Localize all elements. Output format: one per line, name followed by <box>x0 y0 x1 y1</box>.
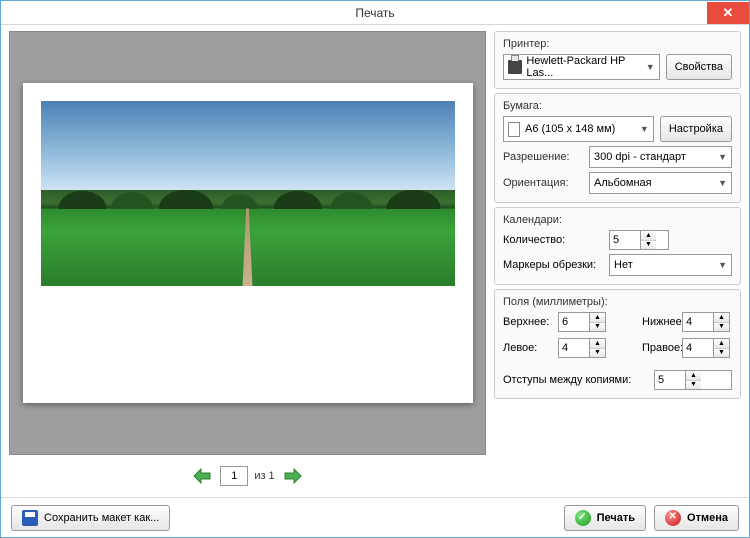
prev-page-button[interactable] <box>190 465 214 487</box>
margin-right-label: Правое: <box>632 342 682 354</box>
content-area: из 1 Принтер: Hewlett-Packard HP Las... … <box>1 25 749 497</box>
count-label: Количество: <box>503 234 603 246</box>
spinner-down[interactable]: ▼ <box>590 323 605 332</box>
close-button[interactable]: ✕ <box>707 2 749 24</box>
save-icon <box>22 510 38 526</box>
resolution-select[interactable]: 300 dpi - стандарт ▼ <box>589 146 732 168</box>
margin-bottom-input[interactable] <box>683 313 713 331</box>
footer: Сохранить макет как... Печать Отмена <box>1 497 749 537</box>
cancel-button[interactable]: Отмена <box>654 505 739 531</box>
margin-left-label: Левое: <box>503 342 558 354</box>
margin-bottom-label: Нижнее: <box>632 316 682 328</box>
printer-icon <box>508 60 522 74</box>
orientation-select[interactable]: Альбомная ▼ <box>589 172 732 194</box>
paper-group: Бумага: A6 (105 x 148 мм) ▼ Настройка Ра… <box>494 93 741 203</box>
calendars-label: Календари: <box>503 214 732 226</box>
count-spinner[interactable]: ▲▼ <box>609 230 669 250</box>
chevron-down-icon: ▼ <box>640 124 649 134</box>
chevron-down-icon: ▼ <box>718 152 727 162</box>
paper-label: Бумага: <box>503 100 732 112</box>
spinner-up[interactable]: ▲ <box>714 339 729 349</box>
arrow-left-icon <box>192 467 212 485</box>
printer-properties-button[interactable]: Свойства <box>666 54 732 80</box>
print-button[interactable]: Печать <box>564 505 646 531</box>
next-page-button[interactable] <box>281 465 305 487</box>
preview-image <box>41 101 455 286</box>
preview-frame <box>9 31 486 455</box>
check-icon <box>575 510 591 526</box>
spinner-up[interactable]: ▲ <box>714 313 729 323</box>
titlebar: Печать ✕ <box>1 1 749 25</box>
spinner-down[interactable]: ▼ <box>590 349 605 358</box>
spinner-down[interactable]: ▼ <box>714 323 729 332</box>
arrow-right-icon <box>283 467 303 485</box>
crop-label: Маркеры обрезки: <box>503 259 603 271</box>
save-layout-button[interactable]: Сохранить макет как... <box>11 505 170 531</box>
margin-top-input[interactable] <box>559 313 589 331</box>
resolution-value: 300 dpi - стандарт <box>594 151 686 163</box>
spinner-up[interactable]: ▲ <box>590 313 605 323</box>
printer-select[interactable]: Hewlett-Packard HP Las... ▼ <box>503 54 660 80</box>
margin-bottom-spinner[interactable]: ▲▼ <box>682 312 730 332</box>
spinner-up[interactable]: ▲ <box>686 371 701 381</box>
margin-left-input[interactable] <box>559 339 589 357</box>
paper-setup-button[interactable]: Настройка <box>660 116 732 142</box>
gap-input[interactable] <box>655 371 685 389</box>
chevron-down-icon: ▼ <box>646 62 655 72</box>
spinner-down[interactable]: ▼ <box>641 241 656 250</box>
crop-value: Нет <box>614 259 633 271</box>
settings-pane: Принтер: Hewlett-Packard HP Las... ▼ Сво… <box>494 31 741 493</box>
chevron-down-icon: ▼ <box>718 178 727 188</box>
page-icon <box>508 122 520 137</box>
page-number-input[interactable] <box>220 466 248 486</box>
resolution-label: Разрешение: <box>503 151 583 163</box>
count-input[interactable] <box>610 231 640 249</box>
paper-value: A6 (105 x 148 мм) <box>525 123 615 135</box>
printer-value: Hewlett-Packard HP Las... <box>526 55 641 79</box>
gap-spinner[interactable]: ▲▼ <box>654 370 732 390</box>
spinner-up[interactable]: ▲ <box>641 231 656 241</box>
pager: из 1 <box>9 459 486 493</box>
chevron-down-icon: ▼ <box>718 260 727 270</box>
margin-top-label: Верхнее: <box>503 316 558 328</box>
orientation-value: Альбомная <box>594 177 652 189</box>
window-title: Печать <box>355 6 394 20</box>
margin-top-spinner[interactable]: ▲▼ <box>558 312 606 332</box>
preview-pane: из 1 <box>9 31 486 493</box>
preview-page <box>23 83 473 403</box>
spinner-down[interactable]: ▼ <box>686 381 701 390</box>
printer-group: Принтер: Hewlett-Packard HP Las... ▼ Сво… <box>494 31 741 89</box>
margin-right-spinner[interactable]: ▲▼ <box>682 338 730 358</box>
paper-select[interactable]: A6 (105 x 148 мм) ▼ <box>503 116 654 142</box>
orientation-label: Ориентация: <box>503 177 583 189</box>
spinner-up[interactable]: ▲ <box>590 339 605 349</box>
margin-left-spinner[interactable]: ▲▼ <box>558 338 606 358</box>
margins-group: Поля (миллиметры): Верхнее: ▲▼ Нижнее: ▲… <box>494 289 741 399</box>
calendars-group: Календари: Количество: ▲▼ Маркеры обрезк… <box>494 207 741 285</box>
crop-select[interactable]: Нет ▼ <box>609 254 732 276</box>
printer-label: Принтер: <box>503 38 732 50</box>
margin-right-input[interactable] <box>683 339 713 357</box>
page-of-text: из 1 <box>254 470 274 482</box>
gap-label: Отступы между копиями: <box>503 374 648 386</box>
cancel-icon <box>665 510 681 526</box>
margins-label: Поля (миллиметры): <box>503 296 732 308</box>
print-dialog: Печать ✕ из 1 Принтер: <box>0 0 750 538</box>
spinner-down[interactable]: ▼ <box>714 349 729 358</box>
